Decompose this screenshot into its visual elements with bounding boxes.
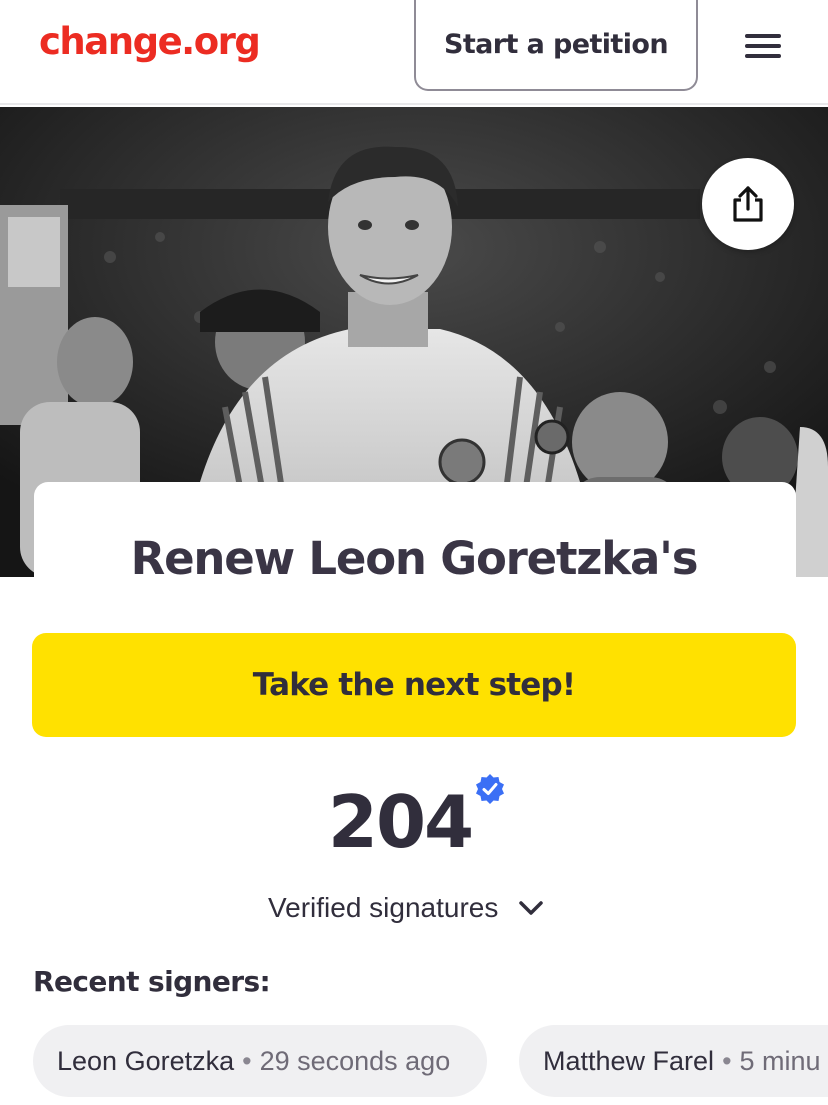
signer-time: 29 seconds ago <box>259 1045 451 1076</box>
recent-signers-heading: Recent signers: <box>33 965 271 998</box>
signer-name: Matthew Farel <box>543 1045 715 1076</box>
verified-signatures-toggle[interactable]: Verified signatures <box>268 886 544 930</box>
signer-name: Leon Goretzka <box>57 1045 235 1076</box>
start-petition-button[interactable]: Start a petition <box>414 0 698 91</box>
change-org-logo[interactable]: change.org <box>39 20 261 63</box>
verified-check-icon <box>476 774 504 804</box>
recent-signer-pill: Leon Goretzka • 29 seconds ago <box>33 1025 487 1097</box>
signer-time: 5 minu <box>739 1045 821 1076</box>
signature-count: 204 <box>327 780 474 864</box>
hamburger-menu-icon[interactable] <box>742 30 784 62</box>
take-next-step-button[interactable]: Take the next step! <box>32 633 796 737</box>
top-nav-bar: change.org Start a petition <box>0 0 828 105</box>
verified-signatures-label: Verified signatures <box>268 892 499 923</box>
recent-signer-pill: Matthew Farel • 5 minu <box>519 1025 828 1097</box>
separator-dot: • <box>722 1045 732 1076</box>
chevron-down-icon <box>519 901 544 915</box>
share-icon <box>733 186 763 222</box>
petition-title: Renew Leon Goretzka's <box>130 532 699 585</box>
share-button[interactable] <box>702 158 794 250</box>
separator-dot: • <box>242 1045 252 1076</box>
